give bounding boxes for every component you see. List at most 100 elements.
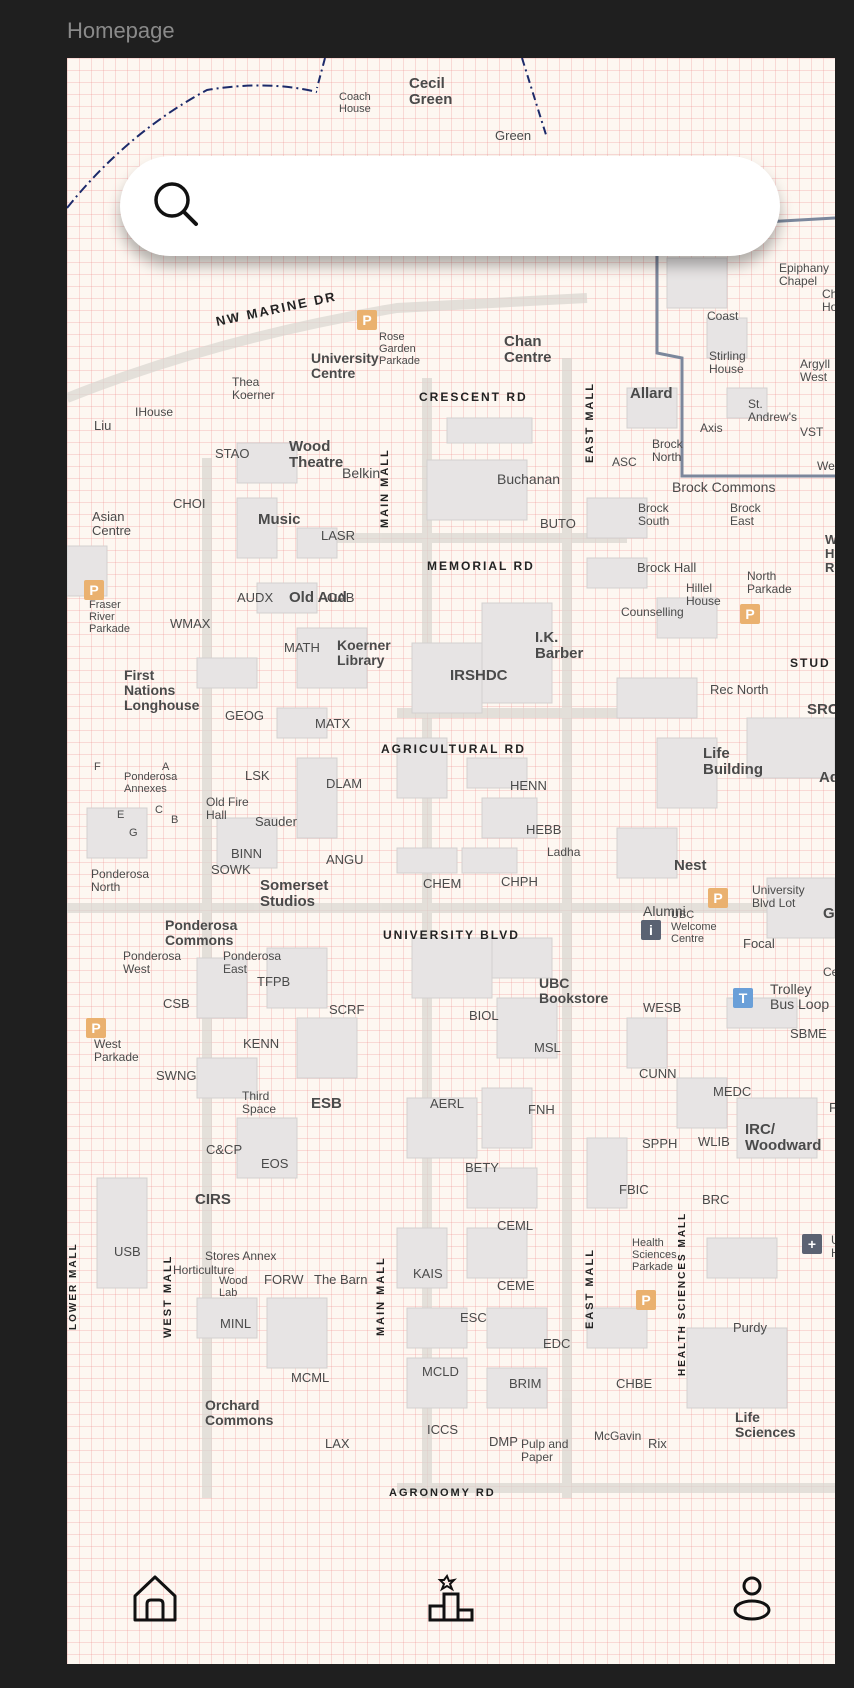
campus-map-svg[interactable]: NW MARINE DR CRESCENT RD MEMORIAL RD AGR…: [67, 58, 835, 1518]
place-label-buchanan[interactable]: Buchanan: [497, 471, 560, 487]
place-label-epiphany-chapel[interactable]: Epiphany Chapel: [779, 261, 829, 288]
place-label-mcgavin[interactable]: McGavin: [594, 1429, 641, 1443]
place-label-ubc-bookstore[interactable]: UBC Bookstore: [539, 975, 608, 1006]
parking-marker-parking-rose-garden[interactable]: P: [357, 310, 377, 330]
place-label-minl[interactable]: MINL: [220, 1316, 251, 1331]
place-label-ceml[interactable]: CEML: [497, 1218, 533, 1233]
place-label-allard[interactable]: Allard: [630, 385, 673, 402]
place-label-fraser-river-parkade[interactable]: Fraser River Parkade: [89, 599, 130, 635]
place-label-thea-koerner[interactable]: Thea Koerner: [232, 375, 275, 402]
place-label-university-centre[interactable]: University Centre: [311, 350, 379, 381]
place-label-rose-garden-parkade[interactable]: Rose Garden Parkade: [379, 331, 420, 367]
place-label-music[interactable]: Music: [258, 511, 301, 528]
place-label-the-barn[interactable]: The Barn: [314, 1272, 367, 1287]
place-label-edc[interactable]: EDC: [543, 1336, 570, 1351]
place-label-focal[interactable]: Focal: [743, 936, 775, 951]
place-label-brock-north[interactable]: Brock North: [652, 437, 684, 464]
place-label-lsk[interactable]: LSK: [245, 768, 270, 783]
place-label-ponderosa-west[interactable]: Ponderosa West: [123, 949, 181, 976]
place-label-geog[interactable]: GEOG: [225, 708, 264, 723]
place-label-west-parkade[interactable]: West Parkade: [94, 1037, 139, 1064]
place-label-annex-a[interactable]: A: [162, 761, 170, 773]
place-label-henn[interactable]: HENN: [510, 778, 547, 793]
place-label-st-andrews[interactable]: St. Andrew's: [748, 397, 797, 424]
place-label-vst[interactable]: VST: [800, 425, 824, 439]
search-input[interactable]: [220, 181, 754, 233]
place-label-aerl[interactable]: AERL: [430, 1096, 464, 1111]
place-label-life-sciences[interactable]: Life Sciences: [735, 1409, 796, 1440]
place-label-ponderosa-annexes[interactable]: Ponderosa Annexes: [124, 771, 178, 795]
place-label-stao[interactable]: STAO: [215, 446, 249, 461]
place-label-esc[interactable]: ESC: [460, 1310, 487, 1325]
place-label-lax[interactable]: LAX: [325, 1436, 350, 1451]
place-label-health-sciences-parkade[interactable]: Health Sciences Parkade: [632, 1237, 677, 1273]
place-label-f-edge[interactable]: F: [829, 1100, 835, 1115]
place-label-dmp[interactable]: DMP: [489, 1434, 518, 1449]
parking-marker-parking-west[interactable]: P: [86, 1018, 106, 1038]
place-label-oab[interactable]: OAB: [327, 590, 354, 605]
place-label-purdy[interactable]: Purdy: [733, 1320, 767, 1335]
place-label-brim[interactable]: BRIM: [509, 1376, 542, 1391]
place-label-wh-residence[interactable]: WH. GResi: [825, 532, 835, 575]
place-label-tfpb[interactable]: TFPB: [257, 974, 290, 989]
place-label-wmax[interactable]: WMAX: [170, 616, 211, 631]
search-bar[interactable]: [120, 156, 780, 256]
place-label-bety[interactable]: BETY: [465, 1160, 499, 1175]
place-label-medc[interactable]: MEDC: [713, 1084, 751, 1099]
place-label-brc[interactable]: BRC: [702, 1192, 729, 1207]
place-label-wood-lab[interactable]: Wood Lab: [219, 1275, 248, 1299]
place-label-eos[interactable]: EOS: [261, 1156, 289, 1171]
place-label-ponderosa-commons[interactable]: Ponderosa Commons: [165, 917, 238, 948]
place-label-westp[interactable]: Westp: [817, 459, 835, 473]
place-label-ceme[interactable]: CEME: [497, 1278, 535, 1293]
place-label-stirling-house[interactable]: Stirling House: [709, 349, 746, 376]
parking-marker-parking-health-sciences[interactable]: P: [636, 1290, 656, 1310]
place-label-annex-f[interactable]: F: [94, 761, 101, 773]
place-label-matx[interactable]: MATX: [315, 716, 350, 731]
place-label-aquatic[interactable]: Aquat: [819, 769, 835, 786]
place-label-spph[interactable]: SPPH: [642, 1136, 677, 1151]
place-label-cirs[interactable]: CIRS: [195, 1191, 231, 1208]
place-label-gym[interactable]: Gy: [823, 905, 835, 922]
place-label-audx[interactable]: AUDX: [237, 590, 273, 605]
campus-map[interactable]: NW MARINE DR CRESCENT RD MEMORIAL RD AGR…: [67, 58, 835, 1518]
place-label-src[interactable]: SRC: [807, 701, 835, 718]
transit-marker-transit-trolley-loop[interactable]: T: [733, 988, 753, 1008]
place-label-ubc-welcome-centre[interactable]: UBC Welcome Centre: [671, 909, 717, 945]
parking-marker-parking-university-blvd[interactable]: P: [708, 888, 728, 908]
place-label-hebb[interactable]: HEBB: [526, 822, 561, 837]
place-label-chem[interactable]: CHEM: [423, 876, 461, 891]
place-label-ik-barber[interactable]: I.K. Barber: [535, 629, 584, 662]
place-label-csb[interactable]: CSB: [163, 996, 190, 1011]
place-label-ladha[interactable]: Ladha: [547, 845, 581, 859]
place-label-msl[interactable]: MSL: [534, 1040, 561, 1055]
place-label-trolley-bus-loop[interactable]: Trolley Bus Loop: [770, 981, 829, 1012]
place-label-fnh[interactable]: FNH: [528, 1102, 555, 1117]
place-label-coast[interactable]: Coast: [707, 309, 739, 323]
place-label-ihouse[interactable]: IHouse: [135, 405, 173, 419]
place-label-forw[interactable]: FORW: [264, 1272, 304, 1287]
place-label-asc[interactable]: ASC: [612, 455, 637, 469]
place-label-pulp-and-paper[interactable]: Pulp and Paper: [521, 1437, 568, 1464]
place-label-cen[interactable]: Cen: [823, 965, 835, 979]
place-label-chbe[interactable]: CHBE: [616, 1376, 652, 1391]
place-label-binn[interactable]: BINN: [231, 846, 262, 861]
place-label-brock-commons[interactable]: Brock Commons: [672, 479, 775, 495]
place-label-annex-c[interactable]: C: [155, 804, 163, 816]
place-label-chph[interactable]: CHPH: [501, 874, 538, 889]
place-label-u-hospital[interactable]: UH: [831, 1233, 835, 1260]
place-label-mcml[interactable]: MCML: [291, 1370, 329, 1385]
place-label-usb[interactable]: USB: [114, 1244, 141, 1259]
place-label-biol[interactable]: BIOL: [469, 1008, 499, 1023]
place-label-cecil-green[interactable]: Cecil Green: [409, 75, 452, 108]
place-label-wood-theatre[interactable]: Wood Theatre: [289, 438, 343, 471]
parking-marker-parking-north[interactable]: P: [740, 604, 760, 624]
place-label-cunn[interactable]: CUNN: [639, 1066, 677, 1081]
place-label-wlib[interactable]: WLIB: [698, 1134, 730, 1149]
place-label-argyll-west[interactable]: Argyll West: [800, 357, 830, 384]
place-label-orchard-commons[interactable]: Orchard Commons: [205, 1397, 274, 1428]
place-label-kenn[interactable]: KENN: [243, 1036, 279, 1051]
place-label-dlam[interactable]: DLAM: [326, 776, 362, 791]
place-label-sbme[interactable]: SBME: [790, 1026, 827, 1041]
place-label-north-parkade[interactable]: North Parkade: [747, 569, 792, 596]
